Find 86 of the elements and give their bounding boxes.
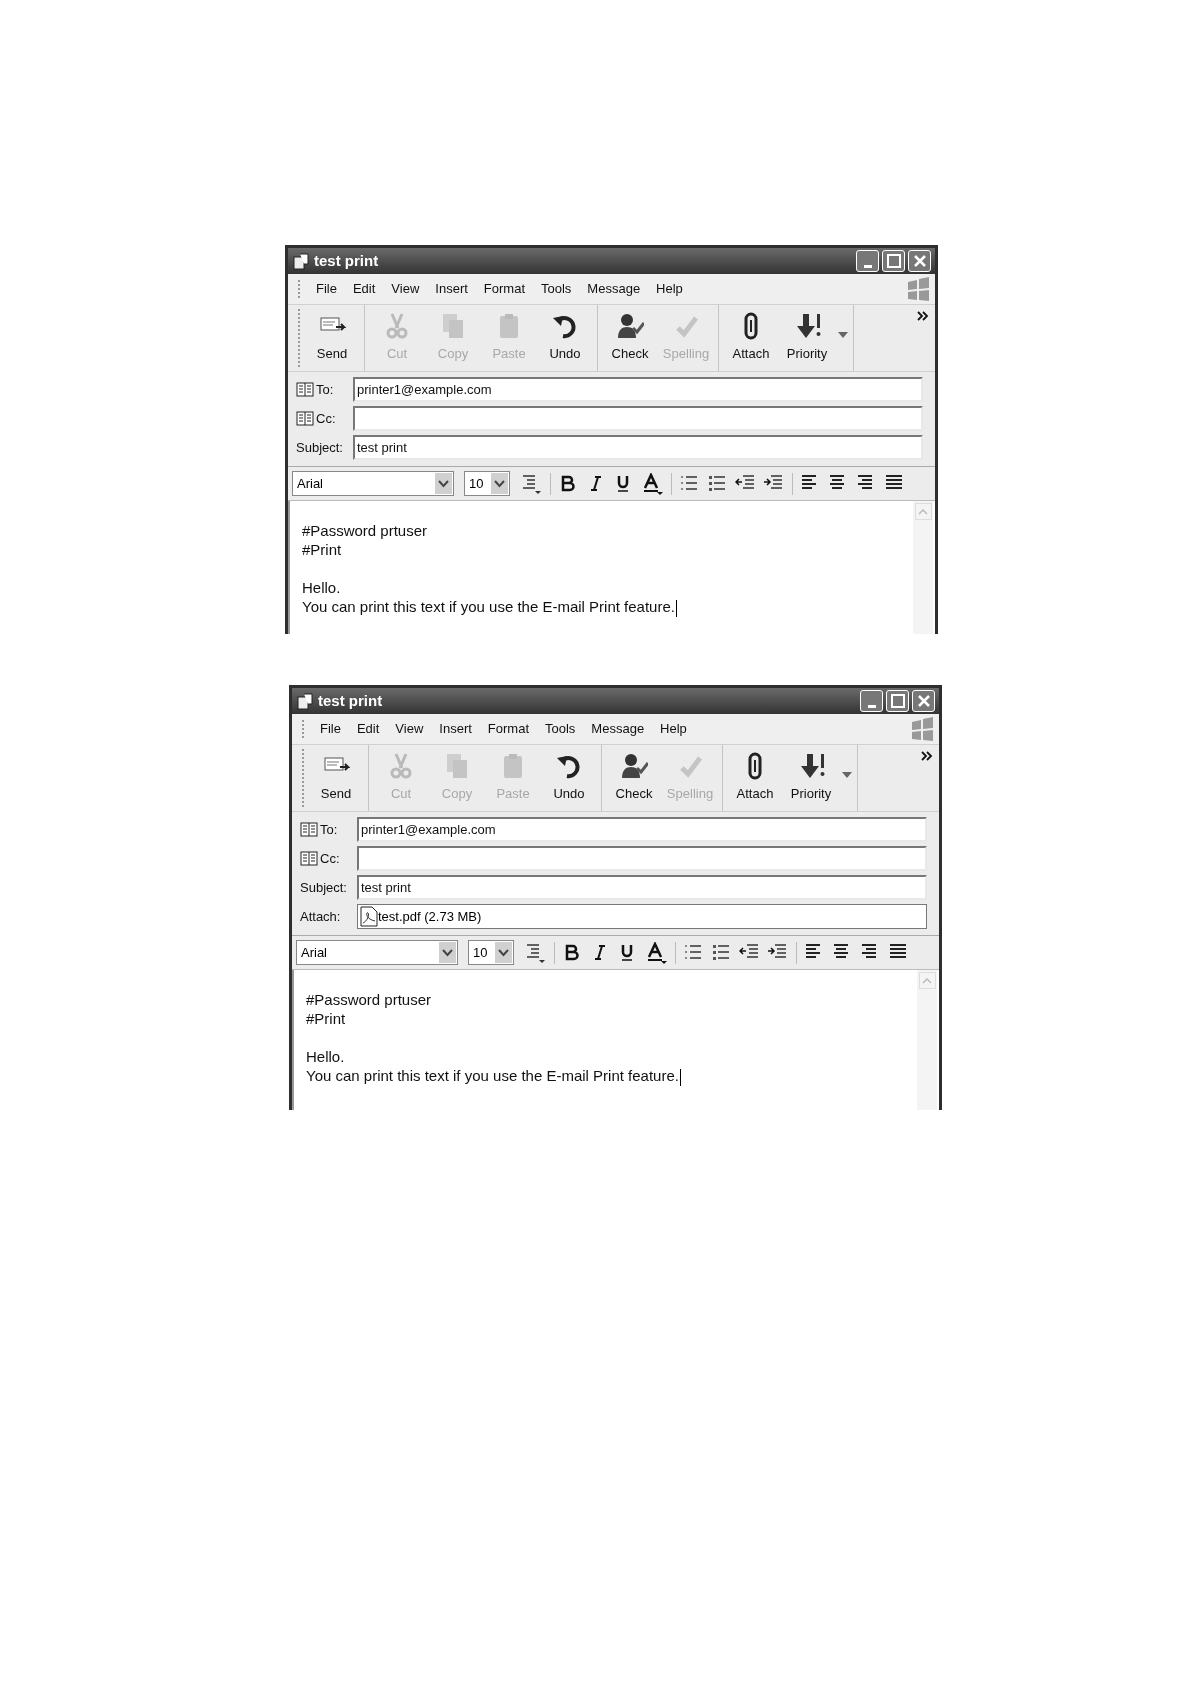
input-field[interactable]: printer1@example.com bbox=[357, 817, 927, 842]
font-color-button[interactable] bbox=[645, 940, 669, 965]
input-field[interactable] bbox=[357, 846, 927, 871]
menu-item[interactable]: View bbox=[387, 719, 432, 739]
toolbar-button[interactable]: Priority bbox=[779, 308, 835, 368]
maximize-icon bbox=[886, 254, 901, 268]
window-title: test print bbox=[318, 690, 384, 711]
font-size-dropdown[interactable]: 10 bbox=[464, 471, 510, 496]
minimize-button[interactable] bbox=[856, 250, 879, 272]
menu-item[interactable]: Message bbox=[583, 719, 653, 739]
windows-logo-icon bbox=[909, 716, 935, 742]
minimize-icon bbox=[863, 264, 872, 268]
maximize-button[interactable] bbox=[886, 690, 909, 712]
field-label: Cc: bbox=[320, 849, 340, 868]
font-size-dropdown[interactable]: 10 bbox=[468, 940, 514, 965]
address-book-icon bbox=[296, 411, 314, 426]
chevron-down-icon bbox=[438, 479, 449, 488]
field-label: Attach: bbox=[300, 907, 341, 926]
chevron-more-icon bbox=[917, 311, 929, 321]
input-field[interactable]: test print bbox=[357, 875, 927, 900]
toolbar-button[interactable]: Check bbox=[606, 748, 662, 808]
toolbar-button[interactable]: Attach bbox=[727, 748, 783, 808]
field-label: To: bbox=[316, 380, 334, 399]
menu-item[interactable]: Tools bbox=[533, 279, 580, 299]
input-field[interactable]: printer1@example.com bbox=[353, 377, 923, 402]
scrollbar[interactable] bbox=[913, 501, 933, 634]
maximize-button[interactable] bbox=[882, 250, 905, 272]
menu-item[interactable]: Help bbox=[652, 719, 695, 739]
attachment-field[interactable]: test.pdf (2.73 MB) bbox=[357, 904, 927, 929]
pdf-file-icon bbox=[360, 906, 378, 927]
document-icon bbox=[296, 692, 314, 710]
dropdown-caret-icon bbox=[837, 331, 849, 339]
menu-item[interactable]: Format bbox=[479, 719, 537, 739]
menu-item[interactable]: File bbox=[308, 279, 345, 299]
line-spacing-icon bbox=[525, 941, 547, 964]
person-check-icon bbox=[620, 752, 648, 781]
field-label: To: bbox=[320, 820, 338, 839]
chevron-down-icon bbox=[494, 479, 505, 488]
menu-item[interactable]: Edit bbox=[344, 279, 384, 299]
font-color-icon bbox=[642, 472, 664, 495]
field-label: Subject: bbox=[296, 438, 343, 457]
attachment-name[interactable]: test.pdf (2.73 MB) bbox=[378, 906, 482, 927]
menu-item[interactable]: Format bbox=[475, 279, 533, 299]
menu-item[interactable]: Insert bbox=[427, 279, 476, 299]
menu-item[interactable]: Tools bbox=[537, 719, 584, 739]
chevron-down-icon bbox=[498, 948, 509, 957]
windows-logo-icon bbox=[905, 276, 931, 302]
toolbar-button[interactable]: Undo bbox=[541, 748, 597, 808]
close-button[interactable] bbox=[912, 690, 935, 712]
chevron-more-icon bbox=[921, 751, 933, 761]
font-color-button[interactable] bbox=[641, 471, 665, 496]
maximize-icon bbox=[890, 694, 905, 708]
line-spacing-icon bbox=[521, 472, 543, 495]
minimize-button[interactable] bbox=[860, 690, 883, 712]
document-icon bbox=[292, 252, 310, 270]
field-label: Subject: bbox=[300, 878, 347, 897]
window-title: test print bbox=[314, 250, 380, 271]
close-icon bbox=[913, 255, 926, 267]
field-label: Cc: bbox=[316, 409, 336, 428]
menu-item[interactable]: View bbox=[383, 279, 428, 299]
toolbar-button[interactable]: Send bbox=[304, 308, 360, 368]
menu-item[interactable]: File bbox=[312, 719, 349, 739]
font-dropdown[interactable]: Arial bbox=[292, 471, 454, 496]
toolbar-button[interactable]: Attach bbox=[723, 308, 779, 368]
address-book-icon bbox=[296, 382, 314, 397]
scrollbar[interactable] bbox=[917, 970, 937, 1110]
person-check-icon bbox=[616, 312, 644, 341]
address-book-icon bbox=[300, 851, 318, 866]
menu-item[interactable]: Help bbox=[648, 279, 691, 299]
font-color-icon bbox=[646, 941, 668, 964]
toolbar-button[interactable]: Priority bbox=[783, 748, 839, 808]
close-button[interactable] bbox=[908, 250, 931, 272]
minimize-icon bbox=[867, 704, 876, 708]
dropdown-caret-icon bbox=[841, 771, 853, 779]
menu-item[interactable]: Insert bbox=[431, 719, 480, 739]
address-book-icon bbox=[300, 822, 318, 837]
menu-item[interactable]: Edit bbox=[348, 719, 388, 739]
toolbar-button[interactable]: Undo bbox=[537, 308, 593, 368]
input-field[interactable]: test print bbox=[353, 435, 923, 460]
toolbar-button[interactable]: Check bbox=[602, 308, 658, 368]
toolbar-button[interactable]: Send bbox=[308, 748, 364, 808]
close-icon bbox=[917, 695, 930, 707]
font-dropdown[interactable]: Arial bbox=[296, 940, 458, 965]
input-field[interactable] bbox=[353, 406, 923, 431]
chevron-down-icon bbox=[442, 948, 453, 957]
menu-item[interactable]: Message bbox=[579, 279, 649, 299]
